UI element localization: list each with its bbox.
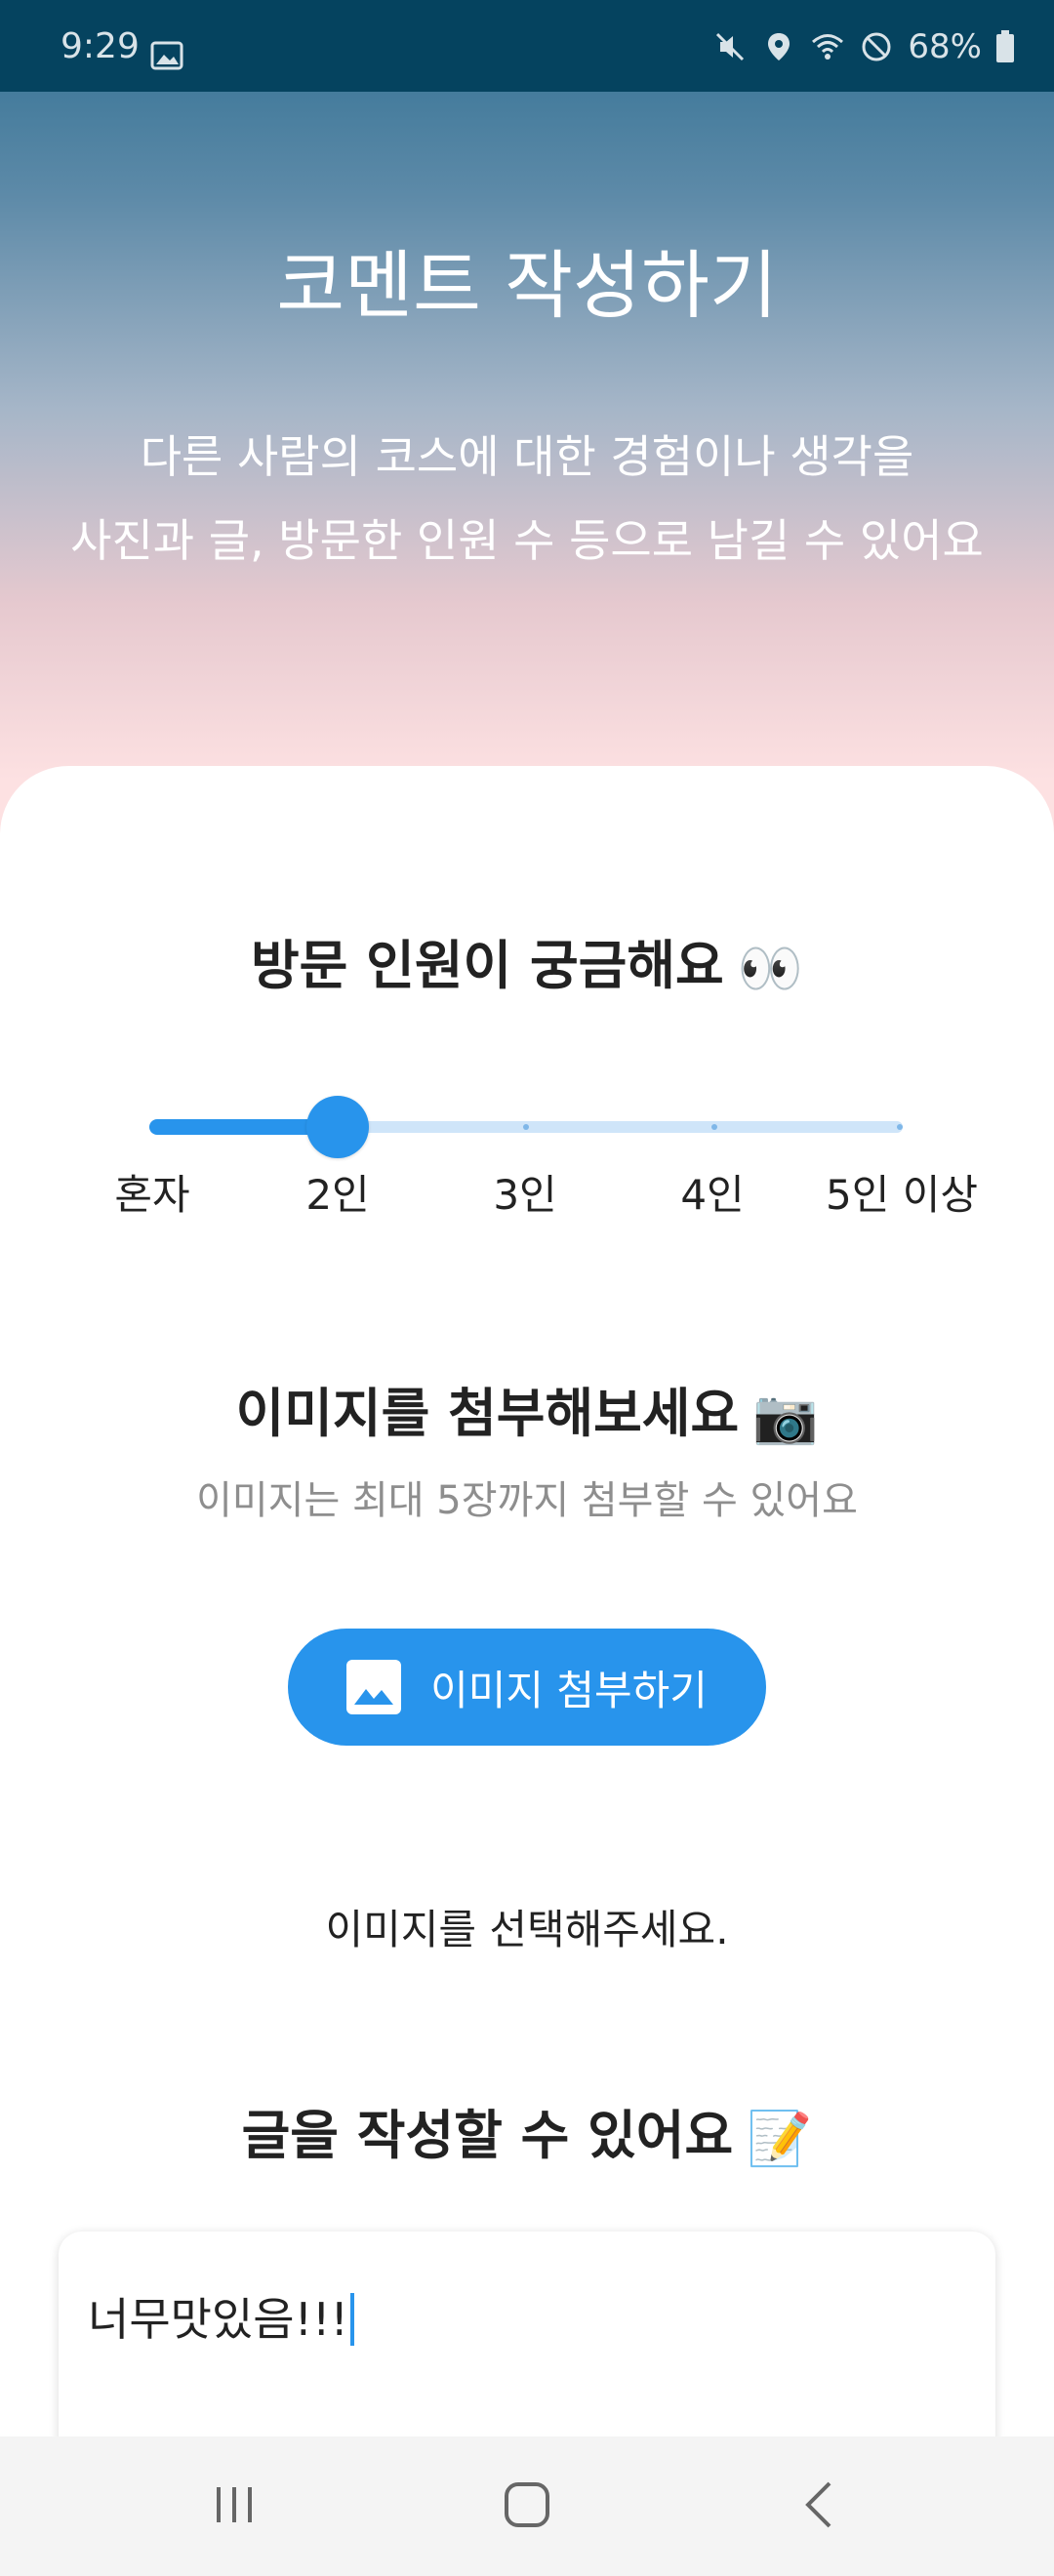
page-description: 다른 사람의 코스에 대한 경험이나 생각을 사진과 글, 방문한 인원 수 등… (0, 415, 1054, 583)
text-cursor (349, 2293, 354, 2346)
visitors-title-text: 방문 인원이 궁금해요 (251, 935, 724, 996)
slider-tick (711, 1124, 717, 1130)
block-icon (862, 32, 891, 61)
wifi-icon (812, 34, 844, 60)
comment-text[interactable]: 너무맛있음!!! (88, 2290, 354, 2349)
slider-thumb[interactable] (306, 1096, 369, 1158)
mute-icon (716, 32, 745, 61)
slider-label-3[interactable]: 3인 (493, 1166, 556, 1225)
recents-icon[interactable] (195, 2466, 273, 2544)
location-icon (768, 33, 790, 60)
comment-section-title: 글을 작성할 수 있어요 📝 (0, 2102, 1054, 2173)
slider-label-4[interactable]: 4인 (680, 1166, 744, 1225)
attach-image-button[interactable]: 이미지 첨부하기 (288, 1629, 766, 1746)
slider-label-5-plus[interactable]: 5인 이상 (826, 1166, 978, 1225)
page-description-line-2: 사진과 글, 방문한 인원 수 등으로 남길 수 있어요 (70, 514, 984, 567)
page-title: 코멘트 작성하기 (276, 242, 778, 329)
gallery-icon (150, 41, 183, 70)
status-bar: 9:29 68% (0, 0, 1054, 92)
camera-icon: 📷 (752, 1386, 819, 1448)
system-nav-bar (0, 2436, 1054, 2576)
image-empty-hint: 이미지를 선택해주세요. (325, 1906, 729, 1953)
home-icon[interactable] (488, 2466, 566, 2544)
battery-level: 68% (908, 27, 982, 66)
page-description-line-1: 다른 사람의 코스에 대한 경험이나 생각을 (140, 430, 914, 483)
slider-label-alone[interactable]: 혼자 (114, 1166, 189, 1225)
visitors-section-title: 방문 인원이 궁금해요 👀 (0, 932, 1054, 1003)
battery-icon (996, 30, 1014, 62)
slider-label-2[interactable]: 2인 (305, 1166, 369, 1225)
attach-image-label: 이미지 첨부하기 (430, 1666, 708, 1714)
status-time: 9:29 (61, 26, 140, 66)
slider-tick (897, 1124, 903, 1130)
memo-icon: 📝 (747, 2108, 813, 2170)
image-icon (346, 1660, 402, 1714)
back-icon[interactable] (781, 2466, 859, 2544)
status-icons: 68% (712, 25, 1015, 68)
comment-value: 너무맛있음!!! (88, 2293, 348, 2346)
visitor-count-slider[interactable] (149, 1093, 903, 1161)
images-section-title: 이미지를 첨부해보세요 📷 (0, 1380, 1054, 1451)
images-limit-description: 이미지는 최대 5장까지 첨부할 수 있어요 (196, 1478, 858, 1523)
images-title-text: 이미지를 첨부해보세요 (235, 1383, 740, 1444)
comment-title-text: 글을 작성할 수 있어요 (241, 2105, 734, 2166)
screen: 9:29 68% 코멘트 작성하기 다른 사람의 코스에 대한 경험이나 생각을… (0, 0, 1054, 2576)
eyes-icon: 👀 (737, 938, 803, 1000)
slider-tick (523, 1124, 529, 1130)
